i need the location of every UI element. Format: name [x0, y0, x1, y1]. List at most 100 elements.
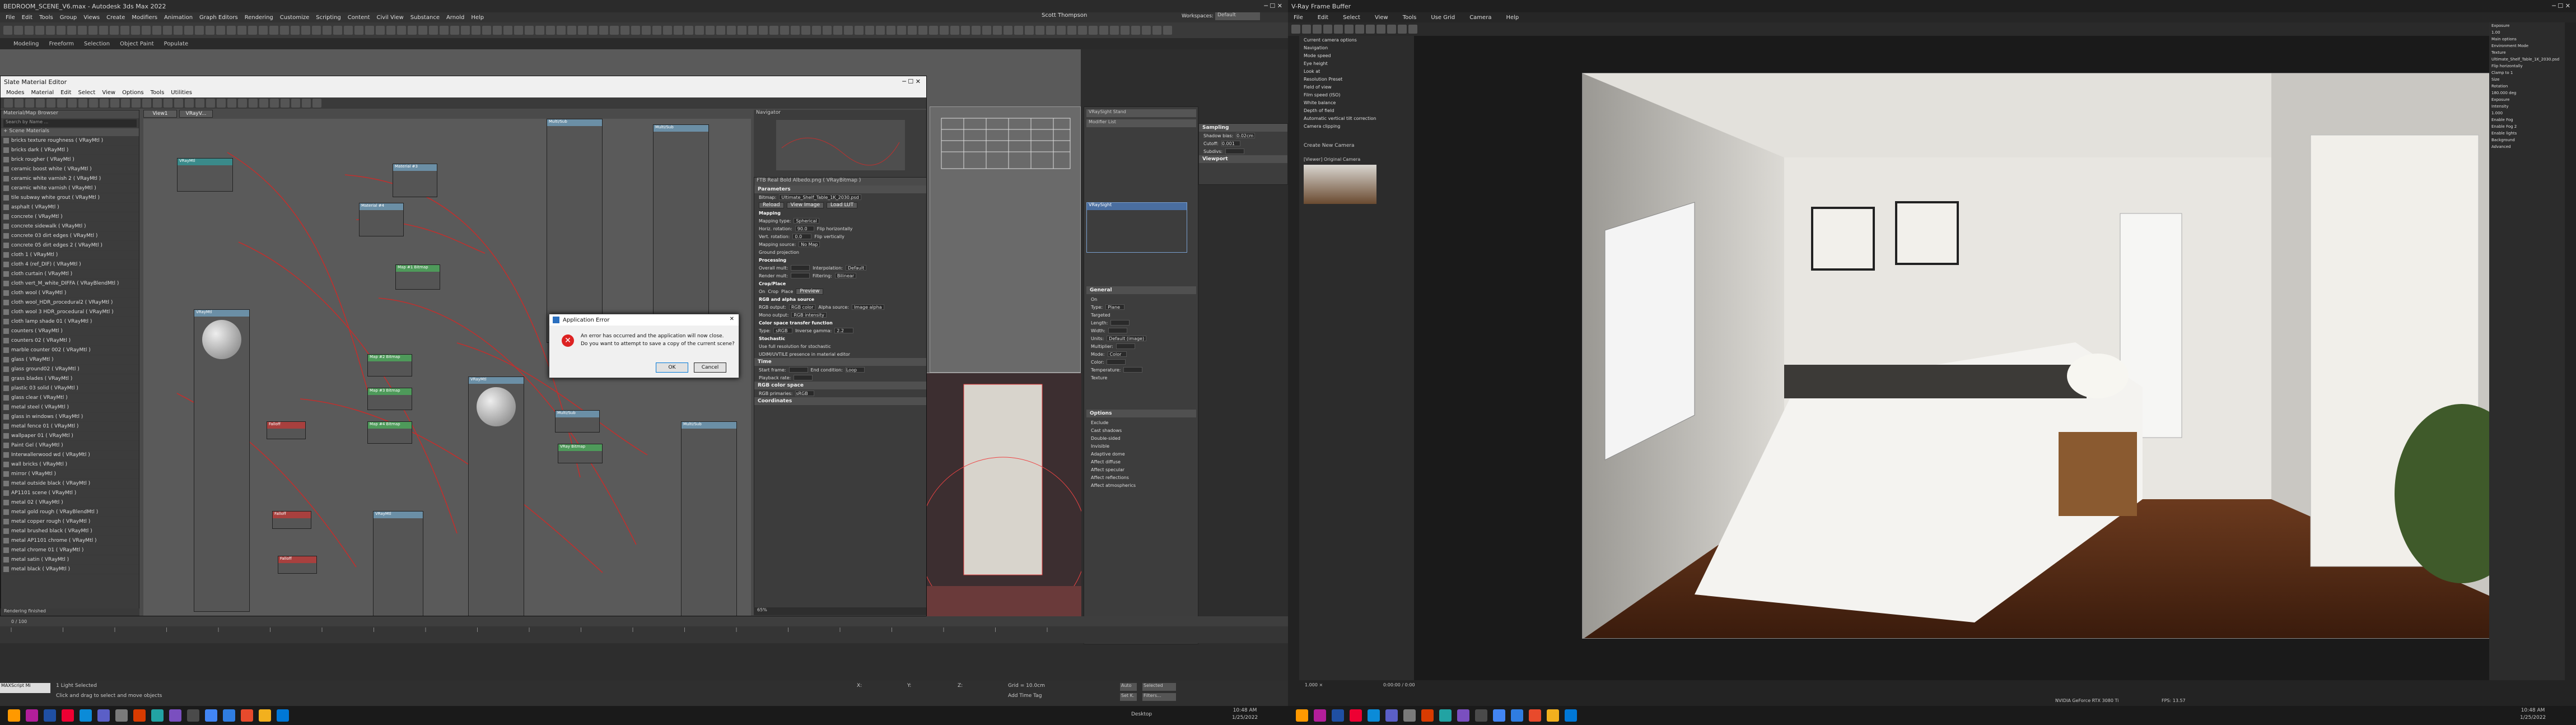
interp-value-field[interactable]: Default — [845, 265, 867, 271]
ribbon-tab-modeling[interactable]: Modeling — [13, 41, 39, 47]
vfb-menu-help[interactable]: Help — [1506, 15, 1519, 21]
toolbar-button-icon[interactable] — [67, 26, 76, 35]
material-list-item[interactable]: bricks dark ( VRayMtl ) — [1, 146, 139, 155]
toolbar-button-icon[interactable] — [886, 26, 895, 35]
multiplier-field[interactable] — [1116, 343, 1135, 349]
app-icon[interactable] — [1350, 709, 1362, 722]
app-icon[interactable] — [169, 709, 181, 722]
app-icon[interactable] — [1547, 709, 1559, 722]
material-list-item[interactable]: wall bricks ( VRayMtl ) — [1, 460, 139, 470]
material-list-item[interactable]: grass blades ( VRayMtl ) — [1, 374, 139, 384]
no-map-field[interactable]: No Map — [799, 241, 820, 247]
mode-field[interactable]: Color — [1107, 351, 1127, 357]
toolbar-button-icon[interactable] — [121, 99, 130, 108]
maxscript-listener[interactable]: MAXScript Mi — [0, 683, 50, 693]
key-filter-select[interactable]: Selected — [1142, 683, 1176, 691]
app-icon[interactable] — [1475, 709, 1487, 722]
value-field[interactable] — [790, 273, 810, 278]
app-icon[interactable] — [151, 709, 164, 722]
toolbar-button-icon[interactable] — [142, 26, 151, 35]
material-list-item[interactable]: marble counter 002 ( VRayMtl ) — [1, 346, 139, 355]
toolbar-button-icon[interactable] — [642, 26, 651, 35]
background-item[interactable]: Background — [2489, 137, 2565, 143]
options-rollout[interactable]: Options — [1086, 410, 1196, 417]
toolbar-button-icon[interactable] — [164, 99, 172, 108]
toolbar-button-icon[interactable] — [152, 26, 161, 35]
toolbar-button-icon[interactable] — [259, 99, 268, 108]
modifier-list-dropdown[interactable]: Modifier List — [1086, 119, 1196, 127]
node-stack-1[interactable]: Multi/Sub — [547, 119, 603, 343]
material-list-item[interactable]: metal black ( VRayMtl ) — [1, 565, 139, 574]
toolbar-button-icon[interactable] — [716, 26, 725, 35]
create-camera-label[interactable]: Create New Camera — [1299, 141, 1414, 150]
slate-menu-select[interactable]: Select — [78, 90, 95, 96]
bitmap-value-field[interactable]: Ultimate_Shelf_Table_1K_2030.psd — [779, 194, 861, 200]
max-menu-create[interactable]: Create — [106, 15, 125, 21]
max-menu-graph-editors[interactable]: Graph Editors — [199, 15, 238, 21]
material-list-item[interactable]: cloth 1 ( VRayMtl ) — [1, 250, 139, 260]
reload-button[interactable]: Reload — [759, 202, 784, 208]
clamp-to-item[interactable]: Clamp to 1 — [2489, 69, 2565, 76]
toolbar-button-icon[interactable] — [68, 99, 77, 108]
toolbar-button-icon[interactable] — [1408, 25, 1417, 34]
toolbar-button-icon[interactable] — [876, 26, 885, 35]
rgb-output-val-field[interactable]: RGB color — [788, 304, 816, 310]
add-time-tag[interactable]: Add Time Tag — [1008, 693, 1042, 699]
toolbar-button-icon[interactable] — [89, 99, 98, 108]
toolbar-button-icon[interactable] — [1345, 25, 1354, 34]
toolbar-button-icon[interactable] — [174, 26, 183, 35]
render-view[interactable] — [1414, 36, 2576, 680]
toolbar-button-icon[interactable] — [1313, 25, 1322, 34]
vfb-menu-camera[interactable]: Camera — [1469, 15, 1491, 21]
toolbar-button-icon[interactable] — [440, 26, 449, 35]
toolbar-button-icon[interactable] — [684, 26, 693, 35]
camera-option-item[interactable]: Eye height — [1299, 59, 1414, 67]
toolbar-button-icon[interactable] — [36, 99, 45, 108]
toolbar-button-icon[interactable] — [535, 26, 544, 35]
toolbar-button-icon[interactable] — [238, 99, 247, 108]
general-rollout[interactable]: General — [1086, 286, 1196, 294]
max-menu-rendering[interactable]: Rendering — [245, 15, 273, 21]
ribbon-tab-freeform[interactable]: Freeform — [49, 41, 74, 47]
toolbar-button-icon[interactable] — [1334, 25, 1343, 34]
toolbar-button-icon[interactable] — [950, 26, 959, 35]
rotation-item[interactable]: Rotation — [2489, 83, 2565, 90]
toolbar-button-icon[interactable] — [1046, 26, 1055, 35]
vert-val-field[interactable]: 0.0 — [792, 234, 812, 239]
app-icon[interactable] — [80, 709, 92, 722]
toolbar-button-icon[interactable] — [482, 26, 491, 35]
camera-option-item[interactable]: Navigation — [1299, 44, 1414, 52]
material-list-item[interactable]: concrete ( VRayMtl ) — [1, 212, 139, 222]
vfb-menu-file[interactable]: File — [1294, 15, 1303, 21]
toolbar-button-icon[interactable] — [227, 99, 236, 108]
inverse-val-field[interactable]: 2.2 — [834, 328, 854, 333]
cutoff-spinner[interactable]: 0.001 — [1221, 141, 1240, 146]
toolbar-button-icon[interactable] — [46, 99, 55, 108]
max-menu-tools[interactable]: Tools — [39, 15, 53, 21]
material-list-item[interactable]: metal 02 ( VRayMtl ) — [1, 498, 139, 508]
toolbar-button-icon[interactable] — [833, 26, 842, 35]
preview-button[interactable]: Preview — [796, 288, 824, 295]
affect-diffuse-checkbox[interactable]: Affect diffuse — [1086, 458, 1196, 466]
toolbar-button-icon[interactable] — [132, 99, 141, 108]
end-condition-select[interactable]: Loop — [845, 367, 865, 373]
toolbar-button-icon[interactable] — [291, 99, 300, 108]
toolbar-button-icon[interactable] — [1131, 26, 1140, 35]
toolbar-button-icon[interactable] — [1004, 26, 1012, 35]
app-icon[interactable] — [1529, 709, 1541, 722]
toolbar-button-icon[interactable] — [503, 26, 512, 35]
toolbar-button-icon[interactable] — [323, 26, 332, 35]
exposure-val-item[interactable]: 1.00 — [2489, 29, 2565, 36]
camera-option-item[interactable]: Look at — [1299, 67, 1414, 75]
toolbar-button-icon[interactable] — [408, 26, 417, 35]
node-red-3[interactable]: Falloff — [278, 556, 317, 574]
camera-option-item[interactable]: Depth of field — [1299, 106, 1414, 114]
navigator-preview[interactable] — [776, 120, 905, 170]
type-field[interactable]: Plane — [1105, 304, 1125, 310]
toolbar-button-icon[interactable] — [4, 99, 13, 108]
toolbar-button-icon[interactable] — [514, 26, 523, 35]
app-icon[interactable] — [1368, 709, 1380, 722]
app-icon[interactable] — [44, 709, 56, 722]
zoom-field[interactable]: 65% — [754, 607, 926, 615]
toolbar-button-icon[interactable] — [1387, 25, 1396, 34]
